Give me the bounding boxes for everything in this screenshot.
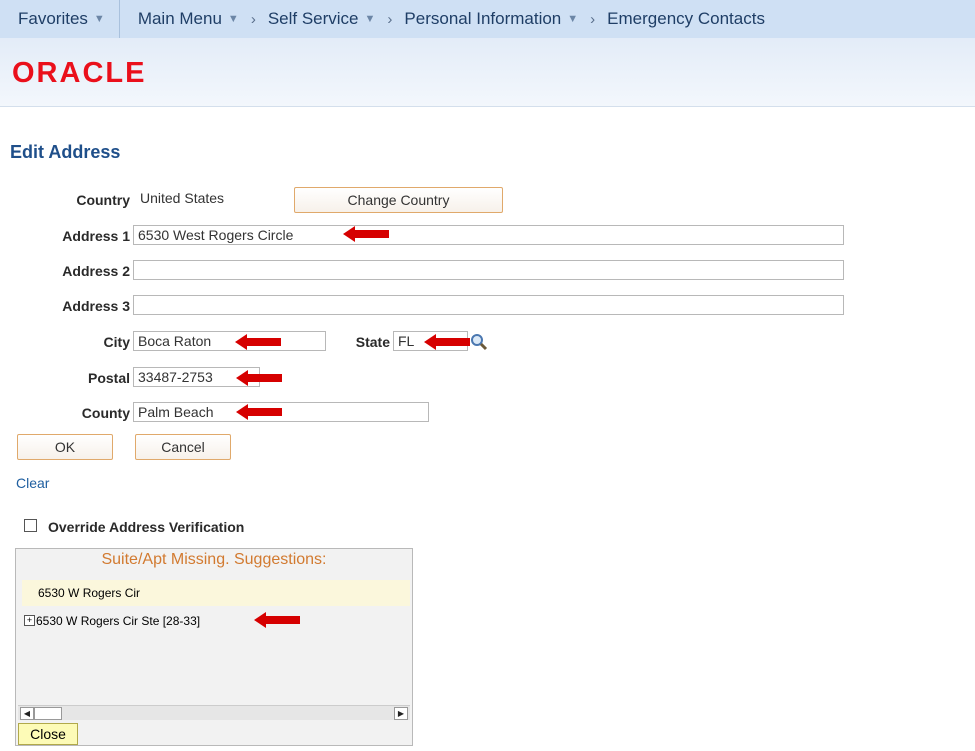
override-verification-label: Override Address Verification — [48, 519, 245, 535]
suggestion-item-label: 6530 W Rogers Cir Ste [28-33] — [36, 614, 201, 628]
oracle-logo: ORACLE — [12, 57, 147, 89]
chevron-down-icon: ▼ — [364, 13, 376, 25]
red-arrow-left-icon — [236, 404, 282, 420]
horizontal-scrollbar[interactable]: ◀ ▶ — [18, 705, 410, 720]
postal-label: Postal — [87, 370, 130, 386]
cancel-button[interactable]: Cancel — [135, 434, 231, 460]
address1-input[interactable]: 6530 West Rogers Circle — [133, 225, 844, 245]
red-arrow-left-icon — [236, 370, 282, 386]
city-input[interactable]: Boca Raton — [133, 331, 326, 351]
address3-input[interactable] — [133, 295, 844, 315]
red-arrow-left-icon — [235, 334, 281, 350]
scroll-thumb[interactable] — [34, 707, 62, 720]
address3-label: Address 3 — [62, 298, 130, 314]
city-label: City — [103, 334, 130, 350]
country-label: Country — [76, 192, 130, 208]
address1-label: Address 1 — [62, 228, 130, 244]
suggestion-item-label: 6530 W Rogers Cir — [38, 586, 141, 600]
chevron-down-icon: ▼ — [93, 13, 105, 25]
address2-label: Address 2 — [62, 263, 130, 279]
nav-personal-information-label: Personal Information — [404, 9, 562, 28]
nav-self-service[interactable]: Self Service ▼ — [262, 9, 382, 29]
magnifier-icon[interactable] — [470, 333, 488, 351]
chevron-down-icon: ▼ — [227, 13, 239, 25]
nav-emergency-contacts-label: Emergency Contacts — [607, 9, 765, 28]
clear-link[interactable]: Clear — [16, 475, 49, 491]
state-label: State — [355, 334, 390, 350]
nav-favorites[interactable]: Favorites ▼ — [0, 0, 120, 38]
change-country-button[interactable]: Change Country — [294, 187, 503, 213]
page-title: Edit Address — [10, 142, 121, 162]
suggestions-title: Suite/Apt Missing. Suggestions: — [101, 551, 327, 568]
override-verification-checkbox[interactable] — [24, 519, 37, 532]
nav-main-menu-label: Main Menu — [137, 9, 222, 28]
red-arrow-left-icon — [254, 612, 300, 628]
nav-favorites-label: Favorites — [18, 9, 88, 28]
nav-personal-information[interactable]: Personal Information ▼ — [398, 9, 584, 29]
suggestion-item[interactable]: + 6530 W Rogers Cir Ste [28-33] — [22, 608, 410, 634]
header-banner: ORACLE — [0, 38, 975, 107]
county-label: County — [81, 405, 130, 421]
scroll-left-icon[interactable]: ◀ — [20, 707, 34, 720]
scroll-right-icon[interactable]: ▶ — [394, 707, 408, 720]
chevron-right-icon: › — [590, 10, 596, 28]
top-navigation-bar: Favorites ▼ Main Menu ▼ › Self Service ▼… — [0, 0, 975, 38]
ok-button[interactable]: OK — [17, 434, 113, 460]
nav-self-service-label: Self Service — [267, 9, 359, 28]
red-arrow-left-icon — [424, 334, 470, 350]
nav-emergency-contacts[interactable]: Emergency Contacts — [601, 9, 771, 29]
chevron-right-icon: › — [387, 10, 393, 28]
red-arrow-left-icon — [343, 226, 389, 242]
chevron-right-icon: › — [250, 10, 256, 28]
close-button[interactable]: Close — [18, 723, 78, 745]
suggestion-item[interactable]: 6530 W Rogers Cir — [22, 580, 410, 606]
country-value: United States — [140, 190, 225, 206]
suggestions-panel: Suite/Apt Missing. Suggestions: 6530 W R… — [15, 548, 413, 746]
plus-box-icon[interactable]: + — [24, 615, 35, 626]
chevron-down-icon: ▼ — [567, 13, 579, 25]
nav-main-menu[interactable]: Main Menu ▼ — [120, 9, 245, 29]
address2-input[interactable] — [133, 260, 844, 280]
